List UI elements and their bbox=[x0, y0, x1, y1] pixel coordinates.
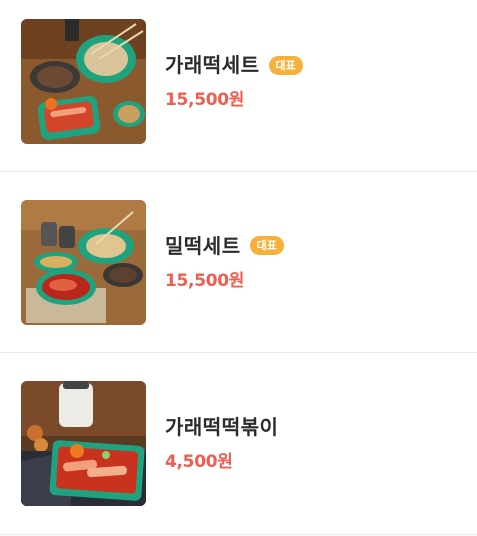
menu-item-garaetteok-tteokbokki[interactable]: 가래떡떡볶이 4,500원 bbox=[0, 353, 477, 535]
menu-list: 가래떡세트 대표 15,500원 밀떡세트 대표 15,500원 가래떡떡볶이 … bbox=[0, 0, 477, 535]
menu-item-info: 가래떡세트 대표 15,500원 bbox=[165, 19, 303, 144]
garae-tteokbokki-photo-icon bbox=[21, 381, 146, 506]
menu-item-milddeok-set[interactable]: 밀떡세트 대표 15,500원 bbox=[0, 172, 477, 353]
menu-item-info: 밀떡세트 대표 15,500원 bbox=[165, 233, 284, 292]
menu-item-name: 가래떡세트 bbox=[165, 53, 260, 77]
menu-item-price: 4,500원 bbox=[165, 452, 233, 472]
menu-item-photo[interactable] bbox=[21, 199, 146, 325]
menu-item-photo[interactable] bbox=[21, 19, 146, 144]
menu-item-name: 밀떡세트 bbox=[165, 233, 241, 258]
menu-item-name-row: 가래떡떡볶이 bbox=[165, 414, 278, 440]
menu-item-garaetteok-set[interactable]: 가래떡세트 대표 15,500원 bbox=[0, 0, 477, 172]
signature-badge: 대표 bbox=[268, 55, 303, 75]
menu-item-info: 가래떡떡볶이 4,500원 bbox=[165, 414, 278, 473]
menu-item-price: 15,500원 bbox=[165, 270, 245, 291]
wheat-tteokbokki-set-photo-icon bbox=[21, 199, 146, 325]
menu-item-name: 가래떡떡볶이 bbox=[165, 415, 279, 439]
menu-item-name-row: 가래떡세트 대표 bbox=[165, 52, 303, 78]
menu-item-photo[interactable] bbox=[21, 381, 146, 506]
menu-item-price: 15,500원 bbox=[165, 90, 245, 110]
tteokbokki-set-photo-icon bbox=[21, 19, 146, 144]
signature-badge: 대표 bbox=[249, 236, 284, 255]
menu-item-name-row: 밀떡세트 대표 bbox=[165, 233, 284, 259]
